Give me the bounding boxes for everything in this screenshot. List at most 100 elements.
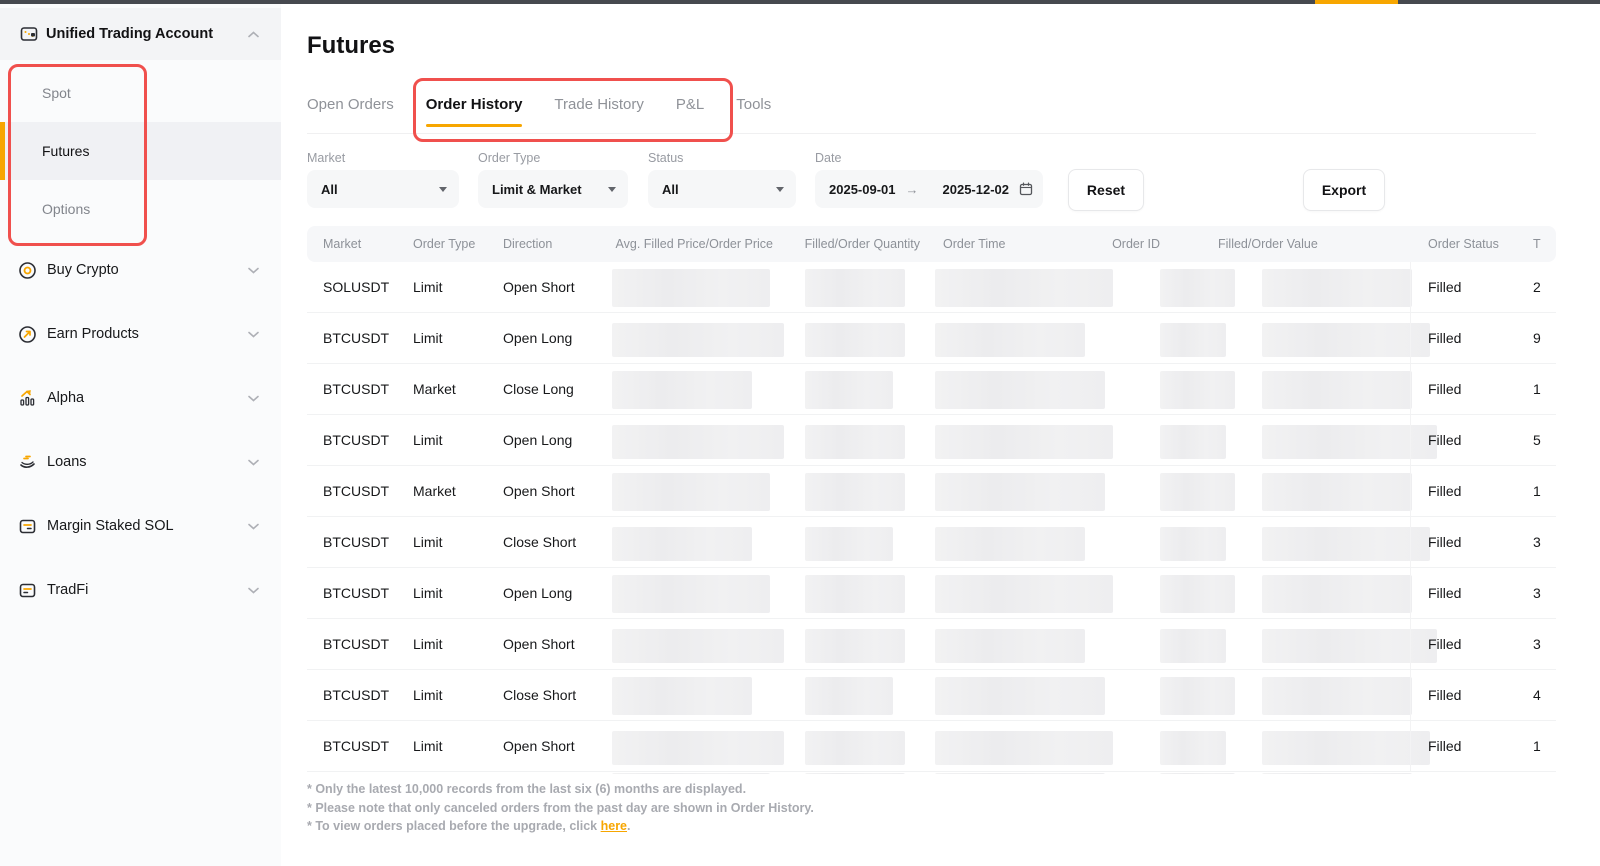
cell-time-partial: 3 (1533, 568, 1541, 618)
tab-order-history[interactable]: Order History (426, 96, 523, 127)
cell-order-status: Filled (1428, 517, 1461, 567)
table-row: BTCUSDT Limit Close Short Filled 4 (307, 670, 1556, 721)
dropdown-caret-icon (439, 187, 447, 192)
status-select-value: All (662, 182, 679, 197)
table-row: BTCUSDT Market Close Long Filled 1 (307, 364, 1556, 415)
cell-direction: Open Short (503, 466, 575, 516)
tab-tools[interactable]: Tools (736, 96, 771, 127)
cell-time-partial: 2 (1533, 262, 1541, 312)
reset-button[interactable]: Reset (1068, 169, 1144, 211)
redacted-order-id (1160, 629, 1226, 663)
sidebar-item-margin-staked-sol[interactable]: Margin Staked SOL (0, 505, 281, 547)
redacted-avg-price (612, 677, 752, 715)
redacted-avg-price (612, 731, 784, 765)
redacted-order-time (935, 677, 1105, 715)
sidebar-item-label: TradFi (47, 582, 88, 598)
cell-order-status: Filled (1428, 364, 1461, 414)
tab-label: Trade History (554, 96, 643, 113)
sidebar-item-futures[interactable]: Futures (0, 122, 281, 180)
column-header-truncated: T (1533, 226, 1541, 262)
footnote-line: * Please note that only canceled orders … (307, 799, 814, 818)
sidebar-item-unified-trading-account[interactable]: Unified Trading Account (0, 8, 281, 60)
cell-market: BTCUSDT (323, 466, 389, 516)
filter-label-status: Status (648, 151, 683, 165)
sidebar-item-loans[interactable]: Loans (0, 441, 281, 483)
calendar-icon[interactable] (1019, 182, 1033, 196)
redacted-order-time (935, 473, 1105, 511)
cell-market: BTCUSDT (323, 364, 389, 414)
cell-market: BTCUSDT (323, 415, 389, 465)
tab-label: Tools (736, 96, 771, 113)
column-header-filled-order-quantity: Filled/Order Quantity (793, 226, 920, 262)
cell-order-type: Limit (413, 721, 443, 771)
sidebar-item-earn-products[interactable]: Earn Products (0, 313, 281, 355)
tradfi-icon (18, 581, 37, 600)
chevron-down-icon (248, 331, 259, 338)
redacted-order-id (1160, 473, 1235, 511)
sidebar-item-alpha[interactable]: Alpha (0, 377, 281, 419)
redacted-order-id (1160, 269, 1235, 307)
column-header-avg-filled-price: Avg. Filled Price/Order Price (547, 226, 773, 262)
footnotes: * Only the latest 10,000 records from th… (307, 780, 814, 836)
cell-order-type: Limit (413, 415, 443, 465)
order-type-select[interactable]: Limit & Market (478, 170, 628, 208)
column-header-order-time: Order Time (943, 226, 1006, 262)
cell-market: SOLUSDT (323, 262, 389, 312)
sidebar-item-label: Loans (47, 454, 87, 470)
cell-market: BTCUSDT (323, 721, 389, 771)
sidebar-item-options[interactable]: Options (0, 180, 281, 238)
export-button-label: Export (1322, 182, 1366, 198)
export-button[interactable]: Export (1303, 169, 1385, 211)
buy-crypto-icon (18, 261, 37, 280)
sticky-column-divider (1410, 619, 1411, 669)
footnote-line: * To view orders placed before the upgra… (307, 817, 814, 836)
date-range-picker[interactable]: 2025-09-01 → 2025-12-02 (815, 170, 1043, 208)
cell-order-status: Filled (1428, 619, 1461, 669)
redacted-quantity (805, 425, 905, 459)
cell-market: BTCUSDT (323, 313, 389, 363)
redacted-order-value (1262, 677, 1412, 715)
table-row: BTCUSDT Limit Open Short Filled 1 (307, 721, 1556, 772)
sidebar-item-label: Unified Trading Account (46, 26, 213, 42)
sticky-column-divider (1410, 262, 1411, 312)
redacted-avg-price (612, 527, 752, 561)
redacted-order-value (1262, 773, 1412, 774)
redacted-quantity (805, 575, 905, 613)
upgrade-orders-link[interactable]: here (601, 819, 627, 833)
redacted-avg-price (612, 371, 752, 409)
redacted-order-time (935, 629, 1085, 663)
cell-direction: Close Short (503, 517, 576, 567)
cell-order-status: Filled (1428, 670, 1461, 720)
redacted-order-id (1160, 677, 1235, 715)
footnote-period: . (627, 819, 630, 833)
cell-order-type: Limit (413, 568, 443, 618)
filter-label-order-type: Order Type (478, 151, 540, 165)
sidebar-item-label: Earn Products (47, 326, 139, 342)
chevron-down-icon (248, 395, 259, 402)
redacted-avg-price (612, 773, 770, 774)
tab-pnl[interactable]: P&L (676, 96, 704, 127)
redacted-quantity (805, 629, 905, 663)
dropdown-caret-icon (776, 187, 784, 192)
order-history-table: Market Order Type Direction Avg. Filled … (307, 226, 1562, 774)
tab-trade-history[interactable]: Trade History (554, 96, 643, 127)
sticky-column-divider (1410, 568, 1411, 618)
table-row: BTCUSDT Limit Open Long Filled 9 (307, 313, 1556, 364)
active-tab-underline (426, 124, 523, 127)
cell-order-status: Filled (1428, 262, 1461, 312)
redacted-order-time (935, 269, 1113, 307)
tab-open-orders[interactable]: Open Orders (307, 96, 394, 127)
redacted-quantity (805, 731, 905, 765)
market-select[interactable]: All (307, 170, 459, 208)
sidebar-item-tradfi[interactable]: TradFi (0, 569, 281, 611)
table-row: BTCUSDT Limit Open Long Filled 5 (307, 415, 1556, 466)
sidebar-item-spot[interactable]: Spot (0, 64, 281, 122)
main-content: Futures Open Orders Order History Trade … (281, 4, 1600, 866)
table-body: SOLUSDT Limit Open Short Filled 2 BTCUSD… (307, 262, 1562, 774)
cell-order-type: Market (413, 364, 456, 414)
tabs-divider (307, 133, 1536, 134)
sidebar-item-buy-crypto[interactable]: Buy Crypto (0, 249, 281, 291)
status-select[interactable]: All (648, 170, 796, 208)
cell-market: BTCUSDT (323, 517, 389, 567)
cell-direction: Open Short (503, 262, 575, 312)
